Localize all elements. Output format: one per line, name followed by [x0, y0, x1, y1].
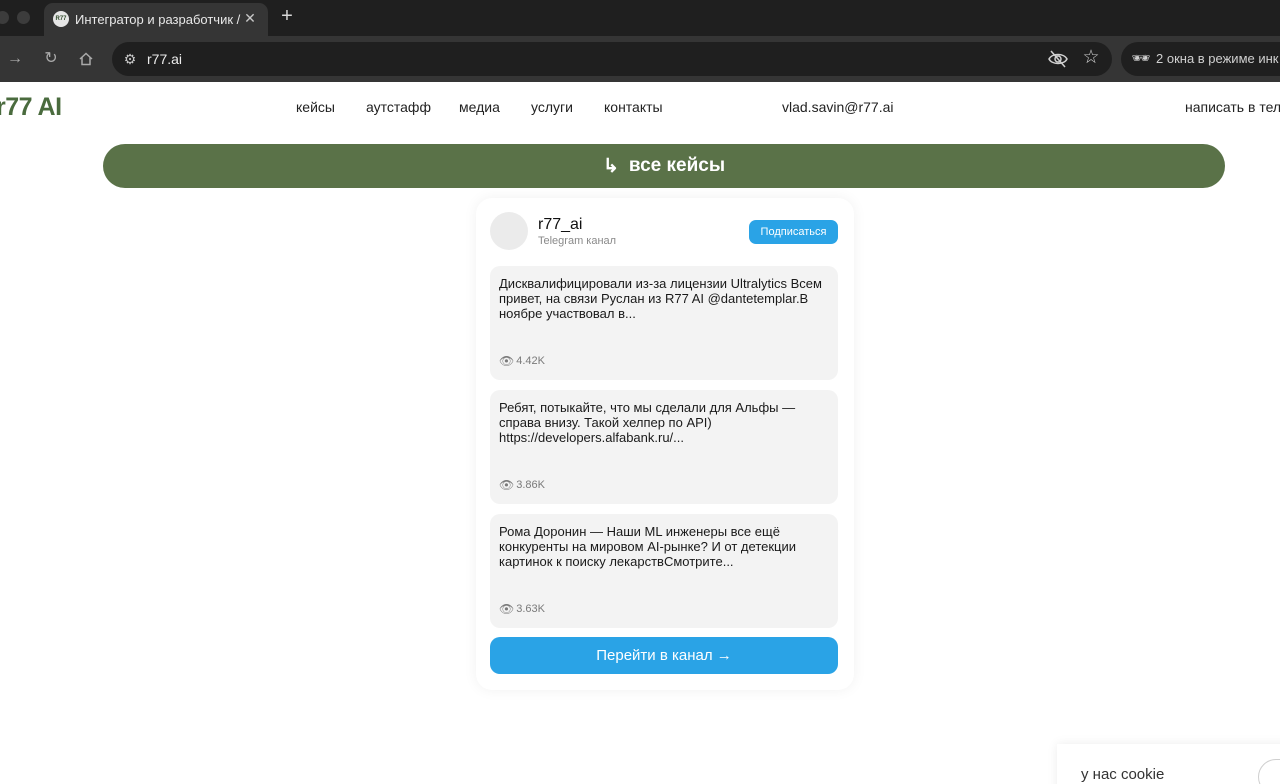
post-text: Рома Доронин — Наши ML инженеры все ещё … [499, 524, 797, 569]
nav-contacts[interactable]: контакты [604, 99, 663, 115]
tracking-protection-icon[interactable] [1047, 48, 1069, 70]
post-views: 👁 3.63K [499, 602, 545, 616]
tab-favicon-icon: R77 [53, 11, 69, 27]
post-views: 👁 4.42K [499, 354, 545, 368]
views-count: 4.42K [516, 355, 545, 367]
post-text: Дисквалифицировали из-за лицензии Ultral… [499, 276, 822, 321]
channel-avatar [490, 212, 528, 250]
eye-icon: 👁 [499, 602, 515, 616]
browser-toolbar: → ↻ ⚙ r77.ai ☆ 🕶 2 окна в режиме инк [0, 36, 1280, 82]
nav-outstaff[interactable]: аутстафф [366, 99, 431, 115]
cookie-banner: у нас cookie [1057, 744, 1280, 784]
site-logo[interactable]: r77 AI [0, 93, 62, 122]
window-zoom-icon[interactable] [17, 11, 30, 24]
bookmark-star-icon[interactable]: ☆ [1079, 46, 1103, 70]
nav-media[interactable]: медиа [459, 99, 500, 115]
nav-cases[interactable]: кейсы [296, 99, 335, 115]
channel-type: Telegram канал [538, 235, 617, 247]
subscribe-button[interactable]: Подписаться [749, 220, 838, 244]
all-cases-button[interactable]: ↳ все кейсы [103, 144, 1225, 188]
reload-icon[interactable]: ↻ [40, 48, 62, 70]
post-views: 👁 3.86K [499, 478, 545, 492]
cookie-accept-button[interactable] [1258, 759, 1280, 784]
tab-title: Интегратор и разработчик / [75, 12, 241, 27]
post-card[interactable]: Дисквалифицировали из-за лицензии Ultral… [490, 266, 838, 380]
contact-email-link[interactable]: vlad.savin@r77.ai [782, 99, 894, 115]
views-count: 3.63K [516, 603, 545, 615]
close-tab-icon[interactable]: ✕ [240, 8, 260, 28]
address-bar[interactable]: ⚙ r77.ai ☆ [112, 42, 1112, 76]
channel-name: r77_ai [538, 216, 583, 233]
return-arrow-icon: ↳ [602, 155, 619, 177]
views-count: 3.86K [516, 479, 545, 491]
url-text[interactable]: r77.ai [147, 51, 182, 67]
home-icon[interactable] [75, 48, 97, 70]
cookie-text: у нас cookie [1081, 766, 1165, 783]
post-text: Ребят, потыкайте, что мы сделали для Аль… [499, 400, 796, 445]
eye-icon: 👁 [499, 354, 515, 368]
nav-services[interactable]: услуги [531, 99, 573, 115]
incognito-icon: 🕶 [1131, 50, 1151, 67]
site-settings-icon[interactable]: ⚙ [120, 49, 140, 69]
all-cases-label: все кейсы [628, 155, 726, 176]
incognito-indicator[interactable]: 🕶 2 окна в режиме инк [1121, 42, 1280, 76]
open-channel-button[interactable]: Перейти в канал → [490, 637, 838, 674]
browser-tab[interactable]: R77 Интегратор и разработчик / ✕ [44, 3, 268, 36]
telegram-widget: r77_ai Telegram канал Подписаться Дисква… [476, 198, 854, 690]
browser-tab-bar: R77 Интегратор и разработчик / ✕ + [0, 0, 1280, 36]
incognito-text: 2 окна в режиме инк [1156, 51, 1279, 66]
post-card[interactable]: Рома Доронин — Наши ML инженеры все ещё … [490, 514, 838, 628]
forward-icon[interactable]: → [4, 48, 26, 70]
post-card[interactable]: Ребят, потыкайте, что мы сделали для Аль… [490, 390, 838, 504]
new-tab-icon[interactable]: + [277, 5, 297, 29]
write-telegram-link[interactable]: написать в тел [1185, 99, 1280, 115]
window-minimize-icon[interactable] [0, 11, 9, 24]
eye-icon: 👁 [499, 478, 515, 492]
